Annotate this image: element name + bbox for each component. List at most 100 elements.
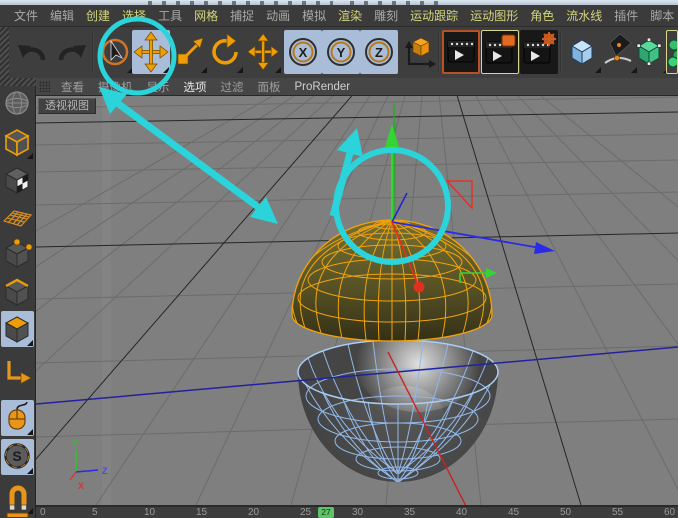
vp-menu-view[interactable]: 查看 — [61, 79, 84, 95]
vp-menu-filter[interactable]: 过滤 — [221, 79, 244, 95]
menu-pipeline[interactable]: 流水线 — [566, 7, 602, 24]
vp-menu-prorender[interactable]: ProRender — [295, 81, 351, 93]
menu-sculpt[interactable]: 雕刻 — [374, 7, 398, 24]
menu-simulate[interactable]: 模拟 — [302, 7, 326, 24]
mograph-button[interactable] — [666, 30, 678, 74]
edit-render-settings-button[interactable] — [520, 30, 558, 74]
z-axis-lock-button[interactable]: Z — [360, 30, 398, 74]
redo-icon — [54, 30, 92, 74]
cinema4d-window: 文件 编辑 创建 选择 工具 网格 捕捉 动画 模拟 渲染 雕刻 运动跟踪 运动… — [0, 0, 678, 518]
timeline-tick: 35 — [404, 507, 415, 518]
timeline-tick: 45 — [508, 507, 519, 518]
texture-mode-icon — [1, 162, 34, 198]
x-axis-lock-button[interactable]: X — [284, 30, 322, 74]
main-menu-bar: 文件 编辑 创建 选择 工具 网格 捕捉 动画 模拟 渲染 雕刻 运动跟踪 运动… — [0, 5, 678, 27]
edges-mode-button[interactable] — [1, 274, 34, 310]
timeline-tick: 5 — [92, 507, 98, 518]
texture-mode-button[interactable] — [1, 162, 34, 198]
scale-tool-button[interactable] — [170, 30, 208, 74]
clipped-icon — [1, 512, 34, 517]
menu-character[interactable]: 角色 — [530, 7, 554, 24]
cube-primitive-icon — [564, 30, 600, 74]
move-tool-button[interactable] — [132, 30, 170, 74]
redo-button[interactable] — [54, 30, 92, 74]
vp-menu-cameras[interactable]: 摄像机 — [98, 79, 133, 95]
menu-animate[interactable]: 动画 — [266, 7, 290, 24]
timeline-tick: 20 — [248, 507, 259, 518]
render-view-button[interactable] — [442, 30, 480, 74]
viewport-menu-grip[interactable] — [39, 81, 50, 92]
timeline-tick: 10 — [144, 507, 155, 518]
polygons-mode-icon — [1, 311, 34, 347]
timeline-tick: 55 — [612, 507, 623, 518]
add-cube-primitive-button[interactable] — [564, 30, 602, 74]
menu-mesh[interactable]: 网格 — [194, 7, 218, 24]
sidebar-grip[interactable] — [0, 78, 36, 86]
viewport-label[interactable]: 透视视图 — [38, 98, 96, 114]
viewport-solo-button[interactable] — [1, 400, 34, 436]
toolbar-grip[interactable] — [0, 27, 9, 78]
timeline-tick: 60 — [664, 507, 675, 518]
menu-edit[interactable]: 编辑 — [50, 7, 74, 24]
render-to-picture-viewer-button[interactable] — [481, 30, 519, 74]
model-mode-button[interactable] — [1, 124, 34, 160]
move-icon — [132, 30, 170, 74]
render-settings-icon — [520, 30, 558, 74]
mograph-icon — [667, 31, 678, 74]
svg-text:Z: Z — [102, 466, 108, 476]
menu-plugins[interactable]: 插件 — [614, 7, 638, 24]
menu-select[interactable]: 选择 — [122, 7, 146, 24]
enable-axis-icon — [1, 354, 34, 390]
viewport-menu-bar: 查看 摄像机 显示 选项 过滤 面板 ProRender — [36, 78, 678, 96]
subdivision-surface-button[interactable] — [632, 30, 670, 74]
timeline-tick: 40 — [456, 507, 467, 518]
polygons-mode-button[interactable] — [1, 311, 34, 347]
snap-s-icon: S — [1, 439, 34, 475]
vp-menu-panel[interactable]: 面板 — [258, 79, 281, 95]
timeline-tick: 15 — [196, 507, 207, 518]
svg-text:X: X — [299, 45, 308, 60]
workplane-mode-button[interactable] — [1, 198, 34, 234]
edges-mode-icon — [1, 274, 34, 310]
y-axis-icon: Y — [322, 30, 360, 74]
z-axis-icon: Z — [360, 30, 398, 74]
timeline-playhead[interactable]: 27 — [318, 507, 334, 518]
menu-tools[interactable]: 工具 — [158, 7, 182, 24]
vp-menu-display[interactable]: 显示 — [147, 79, 170, 95]
toolbar-separator — [92, 32, 94, 72]
menu-snap[interactable]: 捕捉 — [230, 7, 254, 24]
menu-create[interactable]: 创建 — [86, 7, 110, 24]
y-axis-lock-button[interactable]: Y — [322, 30, 360, 74]
live-selection-icon — [96, 30, 134, 74]
clipped-sidebar-icon[interactable] — [1, 512, 34, 517]
menu-script[interactable]: 脚本 — [650, 7, 674, 24]
coordinate-system-icon — [400, 30, 438, 74]
enable-axis-button[interactable] — [1, 354, 34, 390]
menu-mograph[interactable]: 运动图形 — [470, 7, 518, 24]
timeline-tick: 50 — [560, 507, 571, 518]
magnet-icon — [1, 479, 34, 515]
rotate-tool-button[interactable] — [206, 30, 244, 74]
undo-button[interactable] — [12, 30, 50, 74]
menu-motion-tracker[interactable]: 运动跟踪 — [410, 7, 458, 24]
main-toolbar: X Y Z — [0, 27, 678, 79]
coordinate-system-button[interactable] — [400, 30, 438, 74]
points-mode-button[interactable] — [1, 236, 34, 272]
perspective-viewport[interactable]: 透视视图 — [36, 96, 678, 507]
svg-text:Y: Y — [72, 438, 78, 448]
menu-file[interactable]: 文件 — [14, 7, 38, 24]
workplane-mode-icon — [1, 198, 34, 234]
timeline-tick: 25 — [300, 507, 311, 518]
enable-snap-magnet-button[interactable] — [1, 479, 34, 515]
timeline-ruler[interactable]: 0 5 10 15 20 25 30 35 40 45 50 55 60 27 — [36, 507, 678, 518]
model-mode-icon — [1, 124, 34, 160]
timeline-tick: 0 — [40, 507, 46, 518]
last-used-tool-button[interactable] — [244, 30, 282, 74]
make-editable-button[interactable] — [1, 86, 34, 122]
points-mode-icon — [1, 236, 34, 272]
svg-text:Z: Z — [375, 45, 383, 60]
live-selection-button[interactable] — [96, 30, 134, 74]
snap-button[interactable]: S — [1, 439, 34, 475]
menu-render[interactable]: 渲染 — [338, 7, 362, 24]
vp-menu-options[interactable]: 选项 — [184, 79, 207, 95]
